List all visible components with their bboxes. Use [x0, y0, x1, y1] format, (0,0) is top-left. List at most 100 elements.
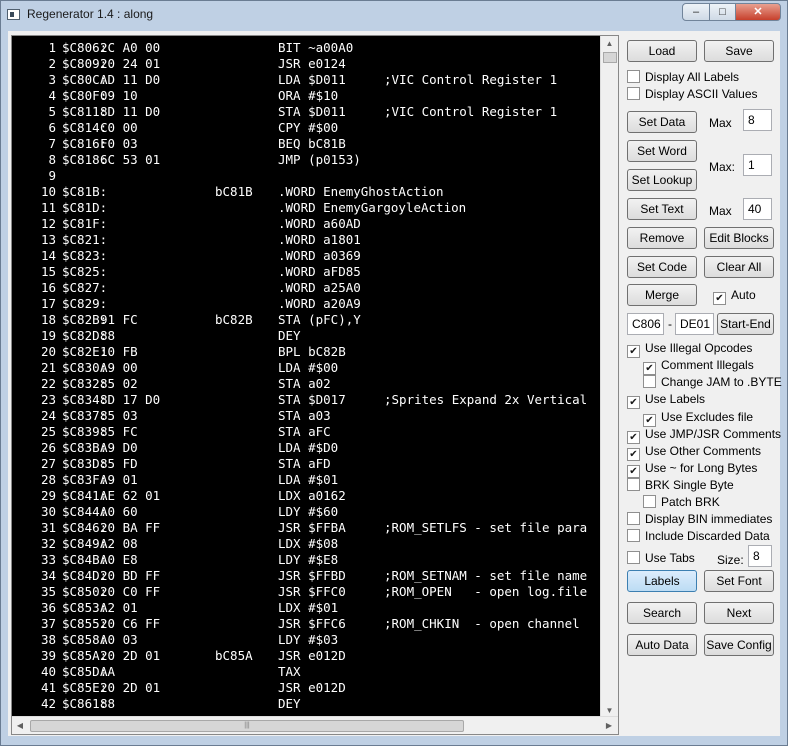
- display-ascii-values-checkbox[interactable]: Display ASCII Values: [627, 87, 758, 103]
- code-line[interactable]: 15 $C825: .WORD aFD85: [12, 264, 602, 280]
- line-number: 16: [40, 280, 56, 295]
- code-line[interactable]: 3 $C80C: AD 11 D0 LDA $D011 ;VIC Control Reg…: [12, 72, 602, 88]
- comment-illegals-checkbox[interactable]: ✔ Comment Illegals: [643, 358, 754, 375]
- code-line[interactable]: 16 $C827: .WORD a25A0: [12, 280, 602, 296]
- range-start-input[interactable]: C806: [627, 313, 664, 335]
- code-line[interactable]: 39 $C85A: 20 2D 01 bC85A JSR e012D: [12, 648, 602, 664]
- set-data-button[interactable]: Set Data: [627, 111, 697, 133]
- display-all-labels-checkbox[interactable]: Display All Labels: [627, 70, 739, 86]
- horizontal-scrollbar[interactable]: ◀ ||| ▶: [12, 716, 618, 734]
- code-line[interactable]: 32 $C849: A2 08 LDX #$08: [12, 536, 602, 552]
- code-line[interactable]: 17 $C829: .WORD a20A9: [12, 296, 602, 312]
- word-max-input[interactable]: 1: [743, 154, 772, 176]
- code-line[interactable]: 33 $C84B: A0 E8 LDY #$E8: [12, 552, 602, 568]
- clear-all-button[interactable]: Clear All: [704, 256, 774, 278]
- scroll-up-arrow-icon[interactable]: ▲: [601, 36, 618, 52]
- code-line[interactable]: 14 $C823: .WORD a0369: [12, 248, 602, 264]
- start-end-button[interactable]: Start-End: [717, 313, 774, 335]
- set-font-button[interactable]: Set Font: [704, 570, 774, 592]
- labels-button[interactable]: Labels: [627, 570, 697, 592]
- use-tilde-long-bytes-checkbox[interactable]: ✔ Use ~ for Long Bytes: [627, 461, 757, 478]
- change-jam-checkbox[interactable]: Change JAM to .BYTE: [643, 375, 782, 391]
- code-line[interactable]: 30 $C844: A0 60 LDY #$60: [12, 504, 602, 520]
- use-labels-checkbox[interactable]: ✔ Use Labels: [627, 392, 705, 409]
- code-line[interactable]: 22 $C832: 85 02 STA a02: [12, 376, 602, 392]
- code-line[interactable]: 28 $C83F: A9 01 LDA #$01: [12, 472, 602, 488]
- next-button[interactable]: Next: [704, 602, 774, 624]
- close-button[interactable]: ✕: [735, 3, 781, 21]
- maximize-button[interactable]: □: [709, 3, 736, 21]
- code-line[interactable]: 34 $C84D: 20 BD FF JSR $FFBD ;ROM_SETNAM - s…: [12, 568, 602, 584]
- use-illegal-opcodes-checkbox[interactable]: ✔ Use Illegal Opcodes: [627, 341, 752, 358]
- tab-size-input[interactable]: 8: [748, 545, 772, 567]
- horizontal-scroll-thumb[interactable]: |||: [30, 720, 464, 732]
- range-end-input[interactable]: DE01: [675, 313, 714, 335]
- text-max-input[interactable]: 40: [743, 198, 772, 220]
- code-line[interactable]: 6 $C814: C0 00 CPY #$00: [12, 120, 602, 136]
- code-line[interactable]: 31 $C846: 20 BA FF JSR $FFBA ;ROM_SETLFS - s…: [12, 520, 602, 536]
- code-line[interactable]: 42 $C861: 88 DEY: [12, 696, 602, 712]
- code-line[interactable]: 36 $C853: A2 01 LDX #$01: [12, 600, 602, 616]
- search-button[interactable]: Search: [627, 602, 697, 624]
- code-line[interactable]: 35 $C850: 20 C0 FF JSR $FFC0 ;ROM_OPEN - ope…: [12, 584, 602, 600]
- code-line[interactable]: 24 $C837: 85 03 STA a03: [12, 408, 602, 424]
- display-bin-immediates-checkbox[interactable]: Display BIN immediates: [627, 512, 772, 528]
- code-line[interactable]: 27 $C83D: 85 FD STA aFD: [12, 456, 602, 472]
- code-line[interactable]: 26 $C83B: A9 D0 LDA #$D0: [12, 440, 602, 456]
- code-line[interactable]: 11 $C81D: .WORD EnemyGargoyleAction: [12, 200, 602, 216]
- code-line[interactable]: 9: [12, 168, 602, 184]
- use-tabs-checkbox[interactable]: Use Tabs: [627, 551, 695, 567]
- data-max-input[interactable]: 8: [743, 109, 772, 131]
- code-line[interactable]: 13 $C821: .WORD a1801: [12, 232, 602, 248]
- code-line[interactable]: 5 $C811: 8D 11 D0 STA $D011 ;VIC Control Reg…: [12, 104, 602, 120]
- code-line[interactable]: 37 $C855: 20 C6 FF JSR $FFC6 ;ROM_CHKIN - op…: [12, 616, 602, 632]
- code-line[interactable]: 40 $C85D: AA TAX: [12, 664, 602, 680]
- minimize-button[interactable]: –: [682, 3, 710, 21]
- line-bytes: 20 2D 01: [100, 648, 161, 663]
- auto-checkbox[interactable]: ✔ Auto: [713, 288, 756, 305]
- code-line[interactable]: 2 $C809: 20 24 01 JSR e0124: [12, 56, 602, 72]
- line-bytes: 20 24 01: [100, 56, 161, 71]
- code-line[interactable]: 21 $C830: A9 00 LDA #$00: [12, 360, 602, 376]
- scroll-left-arrow-icon[interactable]: ◀: [12, 717, 28, 734]
- set-lookup-button[interactable]: Set Lookup: [627, 169, 697, 191]
- save-config-button[interactable]: Save Config: [704, 634, 774, 656]
- code-line[interactable]: 10 $C81B: bC81B .WORD EnemyGhostAction: [12, 184, 602, 200]
- vertical-scroll-thumb[interactable]: [603, 52, 617, 63]
- code-line[interactable]: 8 $C818: 6C 53 01 JMP (p0153): [12, 152, 602, 168]
- title-bar[interactable]: Regenerator 1.4 : along – □ ✕: [1, 1, 787, 29]
- code-line[interactable]: 4 $C80F: 09 10 ORA #$10: [12, 88, 602, 104]
- use-jmp-jsr-comments-checkbox[interactable]: ✔ Use JMP/JSR Comments: [627, 427, 781, 444]
- set-code-button[interactable]: Set Code: [627, 256, 697, 278]
- patch-brk-checkbox[interactable]: Patch BRK: [643, 495, 720, 511]
- save-button[interactable]: Save: [704, 40, 774, 62]
- remove-button[interactable]: Remove: [627, 227, 697, 249]
- use-excludes-file-checkbox[interactable]: ✔ Use Excludes file: [643, 410, 753, 427]
- vertical-scrollbar[interactable]: ▲ ▼: [600, 36, 618, 719]
- code-line[interactable]: 41 $C85E: 20 2D 01 JSR e012D: [12, 680, 602, 696]
- code-listing[interactable]: 1 $C806: 2C A0 00 BIT ~a00A0 2 $C809: 20 24 01…: [12, 40, 602, 720]
- code-line[interactable]: 23 $C834: 8D 17 D0 STA $D017 ;Sprites Expand…: [12, 392, 602, 408]
- use-other-comments-checkbox[interactable]: ✔ Use Other Comments: [627, 444, 761, 461]
- code-line[interactable]: 20 $C82E: 10 FB BPL bC82B: [12, 344, 602, 360]
- code-line[interactable]: 12 $C81F: .WORD a60AD: [12, 216, 602, 232]
- code-line[interactable]: 7 $C816: F0 03 BEQ bC81B: [12, 136, 602, 152]
- load-button[interactable]: Load: [627, 40, 697, 62]
- code-line[interactable]: 38 $C858: A0 03 LDY #$03: [12, 632, 602, 648]
- auto-data-button[interactable]: Auto Data: [627, 634, 697, 656]
- checkbox-box: [643, 375, 656, 388]
- set-text-button[interactable]: Set Text: [627, 198, 697, 220]
- code-line[interactable]: 25 $C839: 85 FC STA aFC: [12, 424, 602, 440]
- line-instruction: STA $D011: [278, 104, 346, 119]
- brk-single-byte-checkbox[interactable]: BRK Single Byte: [627, 478, 734, 494]
- include-discarded-data-checkbox[interactable]: Include Discarded Data: [627, 529, 770, 545]
- disassembly-view[interactable]: 1 $C806: 2C A0 00 BIT ~a00A0 2 $C809: 20 24 01…: [11, 35, 619, 735]
- merge-button[interactable]: Merge: [627, 284, 697, 306]
- code-line[interactable]: 18 $C82B: 91 FC bC82B STA (pFC),Y: [12, 312, 602, 328]
- code-line[interactable]: 1 $C806: 2C A0 00 BIT ~a00A0: [12, 40, 602, 56]
- set-word-button[interactable]: Set Word: [627, 140, 697, 162]
- scroll-right-arrow-icon[interactable]: ▶: [601, 717, 617, 734]
- code-line[interactable]: 29 $C841: AE 62 01 LDX a0162: [12, 488, 602, 504]
- code-line[interactable]: 19 $C82D: 88 DEY: [12, 328, 602, 344]
- edit-blocks-button[interactable]: Edit Blocks: [704, 227, 774, 249]
